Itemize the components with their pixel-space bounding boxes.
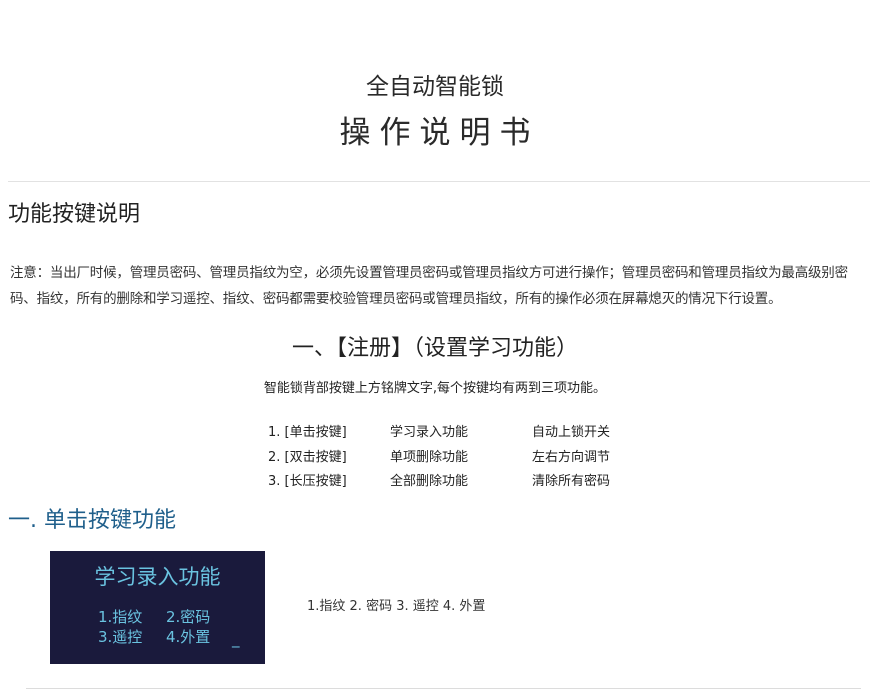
- screen-option-external: 4.外置: [166, 628, 211, 646]
- screen-option-row: 1.指纹 2.密码: [98, 607, 234, 627]
- document-subtitle: 全自动智能锁: [366, 74, 504, 100]
- document-header: 全自动智能锁 操作说明书: [0, 70, 870, 154]
- function-primary: 全部删除功能: [390, 474, 469, 489]
- screen-option-password: 2.密码: [166, 608, 211, 626]
- screen-option-fingerprint: 1.指纹: [98, 608, 143, 626]
- function-table: 1. [单击按键] 学习录入功能 自动上锁开关 2. [双击按键] 单项删除功能…: [268, 422, 632, 496]
- notice-paragraph: 注意：当出厂时候，管理员密码、管理员指纹为空，必须先设置管理员密码或管理员指纹方…: [10, 265, 848, 307]
- screen-option-remote: 3.遥控: [98, 628, 143, 646]
- function-secondary: 自动上锁开关: [532, 425, 611, 440]
- key-label: 3. [长压按键]: [268, 474, 347, 489]
- register-intro: 智能锁背部按键上方铭牌文字,每个按键均有两到三项功能。: [263, 381, 607, 396]
- key-label: 2. [双击按键]: [268, 449, 347, 465]
- function-primary: 单项删除功能: [390, 449, 469, 465]
- function-row: 1. [单击按键] 学习录入功能 自动上锁开关: [268, 422, 632, 447]
- key-label: 1. [单击按键]: [268, 425, 347, 440]
- screen-title: 学习录入功能: [94, 565, 221, 589]
- header-divider: [8, 181, 870, 182]
- section-heading: 功能按键说明: [8, 202, 141, 227]
- function-row: 2. [双击按键] 单项删除功能 左右方向调节: [268, 447, 632, 472]
- document-title: 操作说明书: [339, 115, 540, 151]
- function-row: 3. [长压按键] 全部删除功能 清除所有密码: [268, 471, 632, 496]
- function-secondary: 左右方向调节: [532, 449, 611, 465]
- screen-option-row: 3.遥控 4.外置: [98, 627, 234, 647]
- screen-description: 1.指纹 2. 密码 3. 遥控 4. 外置: [307, 599, 486, 614]
- function-primary: 学习录入功能: [390, 425, 469, 440]
- single-click-heading: 一. 单击按键功能: [8, 508, 176, 533]
- lock-screen-display: 学习录入功能 1.指纹 2.密码 3.遥控 4.外置 _: [50, 551, 265, 664]
- function-secondary: 清除所有密码: [532, 474, 611, 489]
- bottom-divider: [26, 688, 861, 689]
- register-title: 一、【注册】（设置学习功能）: [291, 336, 578, 361]
- screen-cursor: _: [232, 630, 240, 648]
